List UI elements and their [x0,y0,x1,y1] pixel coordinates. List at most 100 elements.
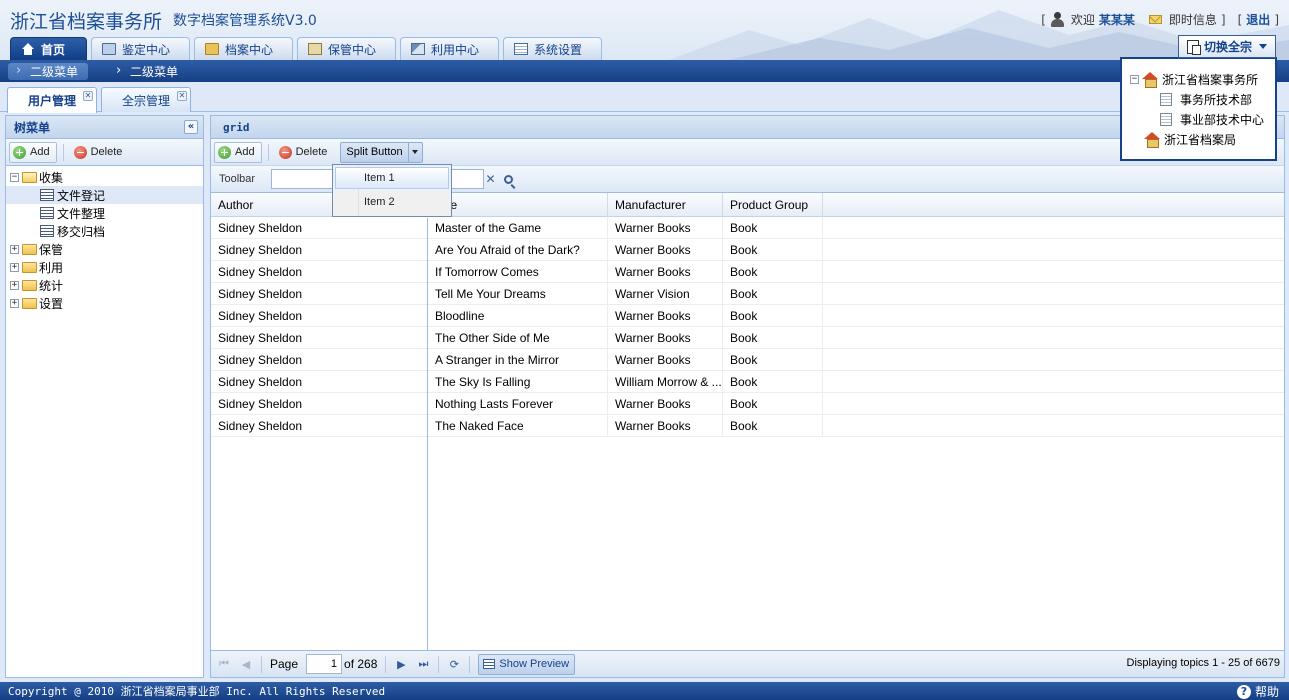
show-preview-button[interactable]: Show Preview [478,653,576,675]
tree-node-file-register[interactable]: 文件登记 [6,186,203,204]
cell-product-group: Book [723,393,823,415]
tab-archive-center[interactable]: 档案中心 [194,37,293,60]
tree-node-statistics[interactable]: + 统计 [6,276,203,294]
prev-page-icon[interactable]: ◀ [239,657,253,671]
expand-icon[interactable]: + [10,244,19,254]
tree-node-collect[interactable]: − 收集 [6,168,203,186]
cell-title: If Tomorrow Comes [428,261,608,283]
collapse-left-icon[interactable]: « [184,120,198,134]
button-label: Show Preview [499,658,570,670]
fonds-tree-node[interactable]: 浙江省档案局 [1122,129,1275,149]
fonds-tree-node[interactable]: 事务所技术部 [1122,89,1275,109]
button-label: Delete [90,146,123,158]
cell-author: Sidney Sheldon [211,349,428,371]
column-header-manufacturer[interactable]: Manufacturer [608,193,723,217]
column-divider [427,218,428,651]
table-row[interactable]: Sidney Sheldon The Other Side of Me Warner… [211,327,1284,349]
tab-utilization-center[interactable]: 利用中心 [400,37,499,60]
fonds-label: 事业部技术中心 [1180,112,1265,127]
menu-item[interactable]: Item 1 [335,167,449,189]
split-button-label[interactable]: Split Button [341,146,407,158]
cell-manufacturer: Warner Books [608,327,723,349]
column-header-product-group[interactable]: Product Group [723,193,823,217]
cell-manufacturer: Warner Books [608,217,723,239]
expand-icon[interactable]: + [10,298,19,308]
username-link[interactable]: 某某某 [1099,11,1135,28]
messages-link[interactable]: 即时信息 [1169,11,1217,28]
tab-system-settings[interactable]: 系统设置 [503,37,602,60]
house-icon [1144,132,1160,148]
close-icon[interactable]: ✕ [83,91,93,101]
menu-item[interactable]: Item 2 [335,191,449,213]
table-row[interactable]: Sidney Sheldon The Sky Is Falling William … [211,371,1284,393]
collapse-icon[interactable]: − [10,172,19,182]
split-button[interactable]: Split Button [340,141,423,163]
cell-manufacturer: Warner Books [608,305,723,327]
cell-author: Sidney Sheldon [211,283,428,305]
printer-icon [308,43,322,55]
cell-author: Sidney Sheldon [211,239,428,261]
toolbar-separator [469,655,471,673]
tab-user-management[interactable]: 用户管理 ✕ [7,87,97,113]
column-header-title[interactable]: Title [428,193,608,217]
expand-icon[interactable]: + [10,262,19,272]
refresh-icon[interactable]: ⟳ [447,657,461,671]
add-button[interactable]: Add [9,141,57,163]
tab-label: 用户管理 [27,94,76,108]
table-row[interactable]: Sidney Sheldon Nothing Lasts Forever Warne… [211,393,1284,415]
fonds-tree-node[interactable]: − 浙江省档案事务所 [1122,69,1275,89]
table-row[interactable]: Sidney Sheldon A Stranger in the Mirror Wa… [211,349,1284,371]
bracket: ] [1220,12,1226,27]
delete-button[interactable]: Delete [275,142,335,163]
tree-node-utilize[interactable]: + 利用 [6,258,203,276]
tab-appraisal-center[interactable]: 鉴定中心 [91,37,190,60]
table-row[interactable]: Sidney Sheldon Tell Me Your Dreams Warner … [211,283,1284,305]
delete-button[interactable]: Delete [70,142,130,163]
button-label: Add [235,146,255,158]
cell-title: The Sky Is Falling [428,371,608,393]
cell-title: The Naked Face [428,415,608,437]
folder-open-icon [22,171,37,183]
tree-node-transfer-archive[interactable]: 移交归档 [6,222,203,240]
app-subtitle: 数字档案管理系统V3.0 [173,13,317,29]
tab-home[interactable]: 首页 [10,37,87,60]
table-row[interactable]: Sidney Sheldon Are You Afraid of the Dark… [211,239,1284,261]
cell-title: Are You Afraid of the Dark? [428,239,608,261]
close-icon[interactable]: ✕ [177,91,187,101]
page-number-input[interactable]: 1 [306,654,343,674]
subnav-item[interactable]: 二级菜单 [8,62,88,80]
next-page-icon[interactable]: ▶ [394,657,408,671]
tab-fonds-management[interactable]: 全宗管理 ✕ [101,87,191,112]
app-title: 浙江省档案事务所 [10,11,163,33]
table-row[interactable]: Sidney Sheldon Master of the Game Warner B… [211,217,1284,239]
tab-custody-center[interactable]: 保管中心 [297,37,396,60]
switch-fonds-button[interactable]: 切换全宗 [1178,35,1276,58]
tree-node-file-organize[interactable]: 文件整理 [6,204,203,222]
table-row[interactable]: Sidney Sheldon Bloodline Warner Books Book [211,305,1284,327]
table-row[interactable]: Sidney Sheldon If Tomorrow Comes Warner Bo… [211,261,1284,283]
split-button-arrow[interactable] [407,142,422,162]
add-button[interactable]: Add [214,141,262,163]
search-icon[interactable] [500,170,516,188]
tree-node-settings[interactable]: + 设置 [6,294,203,312]
folder-icon [205,43,219,55]
expand-icon[interactable]: + [10,280,19,290]
first-page-icon[interactable]: ⏮ [217,657,231,671]
tree-node-label: 保管 [39,242,64,257]
collapse-icon[interactable]: − [1130,74,1139,84]
help-link[interactable]: ? 帮助 [1236,683,1279,700]
cell-author: Sidney Sheldon [211,393,428,415]
cell-manufacturer: William Morrow & ... [608,371,723,393]
last-page-icon[interactable]: ⏭ [416,657,430,671]
fonds-tree-node[interactable]: 事业部技术中心 [1122,109,1275,129]
clear-icon[interactable]: ✕ [483,170,498,188]
cell-author: Sidney Sheldon [211,305,428,327]
panel-title: 树菜单 [14,120,51,135]
cell-manufacturer: Warner Books [608,349,723,371]
logout-link[interactable]: 退出 [1246,11,1270,28]
paging-info: Displaying topics 1 - 25 of 6679 [1126,657,1280,669]
tree-node-custody[interactable]: + 保管 [6,240,203,258]
table-row[interactable]: Sidney Sheldon The Naked Face Warner Books… [211,415,1284,437]
subnav-item[interactable]: 二级菜单 [108,63,186,80]
cell-author: Sidney Sheldon [211,371,428,393]
